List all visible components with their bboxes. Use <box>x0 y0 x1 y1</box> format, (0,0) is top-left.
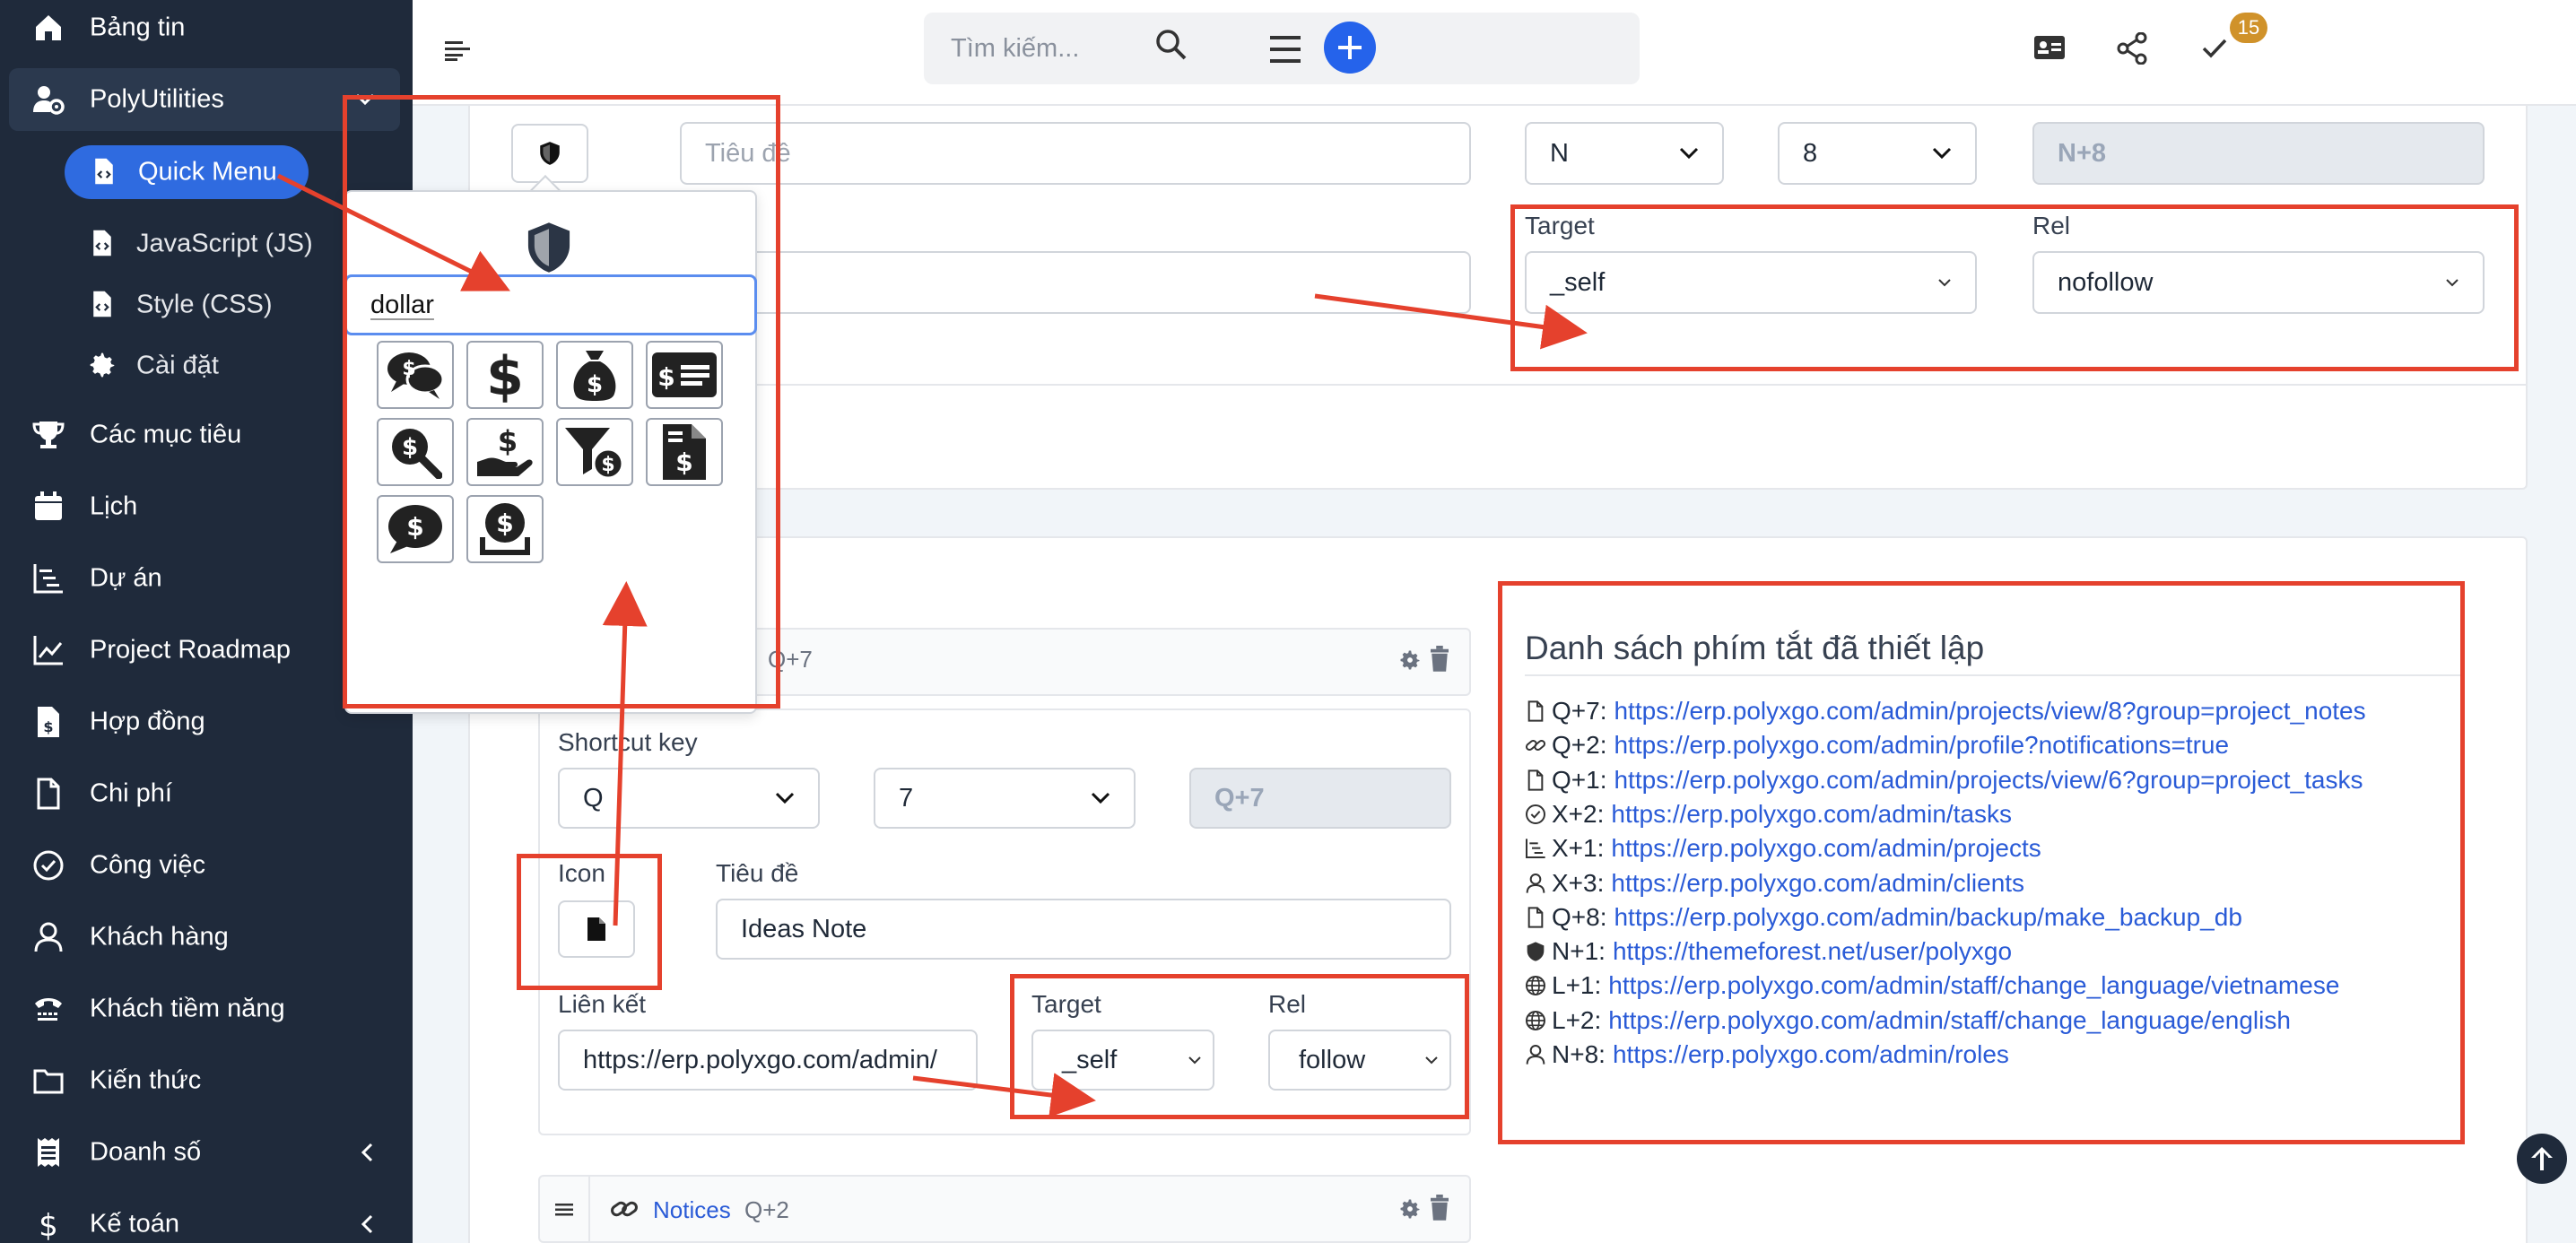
annotation-arrow-icon-field <box>602 581 648 926</box>
annotation-arrows <box>276 173 1588 1117</box>
annotation-arrow-ideas-link <box>912 1073 1096 1117</box>
annotation-arrow-top-link <box>1314 293 1588 350</box>
annotation-arrow-quickmenu <box>276 173 510 291</box>
